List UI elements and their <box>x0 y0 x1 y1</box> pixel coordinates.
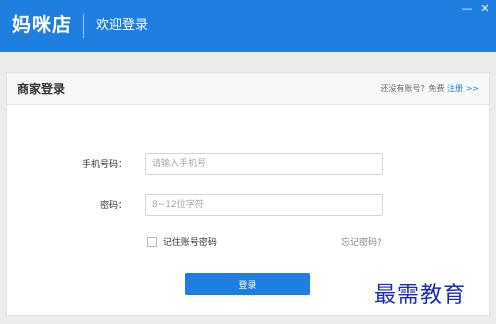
minimize-button[interactable]: — <box>460 2 474 16</box>
register-prompt: 还没有账号？免费 <box>380 84 445 93</box>
title-bar: 妈咪店 欢迎登录 — ✕ <box>0 0 496 52</box>
minus-icon: — <box>461 2 473 15</box>
checkbox-box[interactable] <box>147 237 157 247</box>
close-icon: ✕ <box>480 2 490 15</box>
card-title: 商家登录 <box>17 82 66 96</box>
phone-label: 手机号码： <box>81 160 127 170</box>
login-button[interactable]: 登录 <box>185 273 310 295</box>
password-input[interactable] <box>145 194 383 216</box>
login-card: 商家登录 还没有账号？免费 注册 >> 手机号码： 密码： 记住账号密码 忘记密… <box>6 72 490 316</box>
welcome-text: 欢迎登录 <box>96 18 149 33</box>
close-button[interactable]: ✕ <box>478 2 492 16</box>
register-hint: 还没有账号？免费 注册 >> <box>381 82 480 96</box>
register-link[interactable]: 注册 >> <box>447 84 479 93</box>
phone-input[interactable] <box>145 153 383 175</box>
watermark: 最需教育 <box>374 283 467 308</box>
forgot-password-link[interactable]: 忘记密码? <box>341 237 382 249</box>
card-header: 商家登录 还没有账号？免费 注册 >> <box>7 73 489 105</box>
app-brand: 妈咪店 <box>12 14 73 36</box>
title-divider <box>83 14 84 38</box>
remember-label: 记住账号密码 <box>162 238 217 248</box>
remember-checkbox[interactable]: 记住账号密码 <box>147 237 217 251</box>
password-label: 密码： <box>99 201 127 211</box>
